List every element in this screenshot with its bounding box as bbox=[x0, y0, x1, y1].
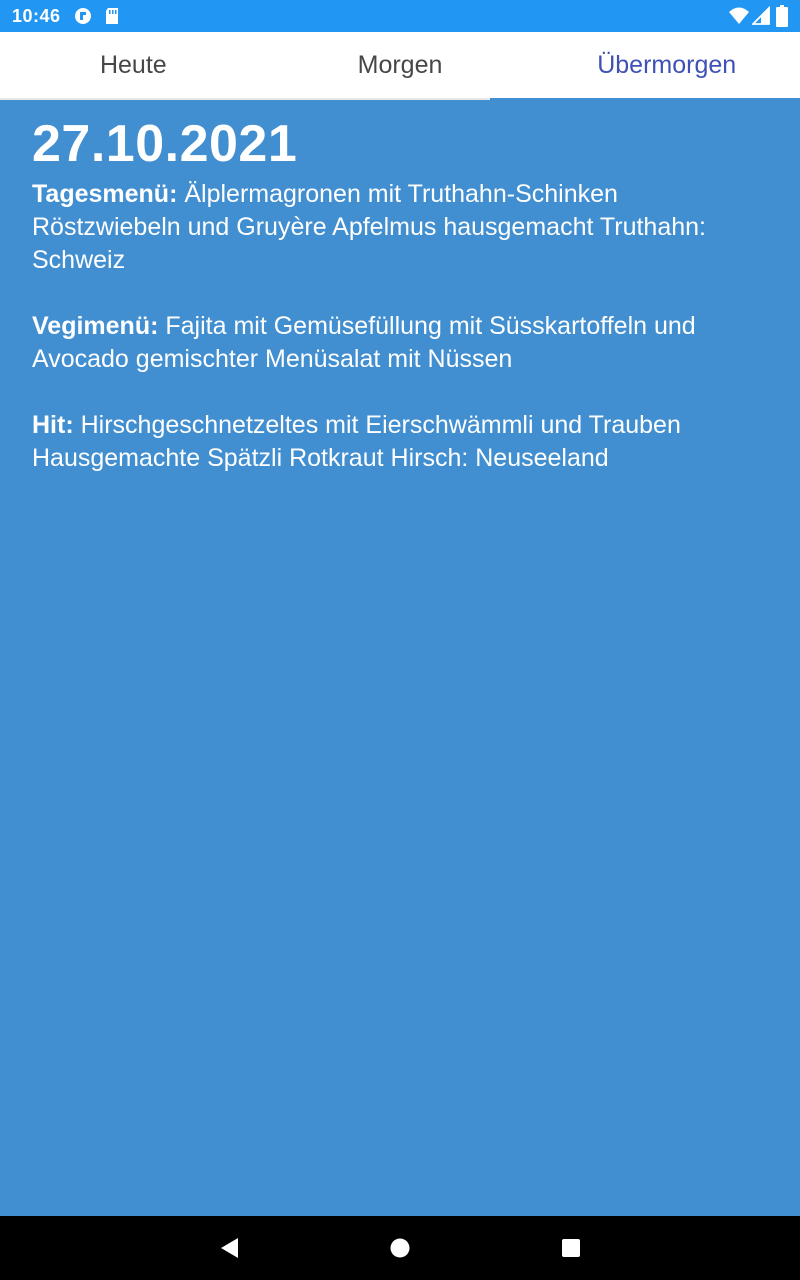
status-time: 10:46 bbox=[12, 6, 61, 26]
sd-card-icon bbox=[106, 8, 118, 24]
app-notification-icon bbox=[75, 8, 91, 24]
signal-icon bbox=[752, 6, 770, 25]
menu-text: Hirschgeschnetzeltes mit Eierschwämmli u… bbox=[32, 411, 681, 472]
tab-label: Übermorgen bbox=[597, 50, 737, 79]
tab-heute[interactable]: Heute bbox=[0, 32, 267, 98]
recents-icon[interactable] bbox=[559, 1236, 583, 1260]
status-bar: 10:46 bbox=[0, 0, 800, 32]
wifi-icon bbox=[729, 7, 749, 24]
back-icon[interactable] bbox=[218, 1236, 242, 1260]
menu-label: Vegimenü: bbox=[32, 312, 159, 340]
tab-uebermorgen[interactable]: Übermorgen bbox=[533, 32, 800, 98]
tab-label: Morgen bbox=[357, 50, 443, 79]
tab-bar: Heute Morgen Übermorgen bbox=[0, 32, 800, 98]
tab-bar-divider bbox=[0, 98, 490, 100]
tab-indicator bbox=[533, 95, 800, 98]
menu-item-hit: Hit: Hirschgeschnetzeltes mit Eierschwäm… bbox=[32, 409, 768, 475]
menu-item-tagesmenu: Tagesmenü: Älplermagronen mit Truthahn-S… bbox=[32, 178, 768, 277]
menu-label: Hit: bbox=[32, 411, 74, 439]
navigation-bar bbox=[0, 1216, 800, 1280]
tab-label: Heute bbox=[99, 50, 167, 79]
menu-label: Tagesmenü: bbox=[32, 180, 178, 208]
menu-item-vegimenu: Vegimenü: Fajita mit Gemüsefüllung mit S… bbox=[32, 310, 768, 376]
menu-content: 27.10.2021 Tagesmenü: Älplermagronen mit… bbox=[32, 112, 768, 508]
tab-morgen[interactable]: Morgen bbox=[267, 32, 534, 98]
home-icon[interactable] bbox=[388, 1236, 412, 1260]
battery-icon bbox=[776, 5, 788, 27]
date-title: 27.10.2021 bbox=[32, 115, 298, 173]
